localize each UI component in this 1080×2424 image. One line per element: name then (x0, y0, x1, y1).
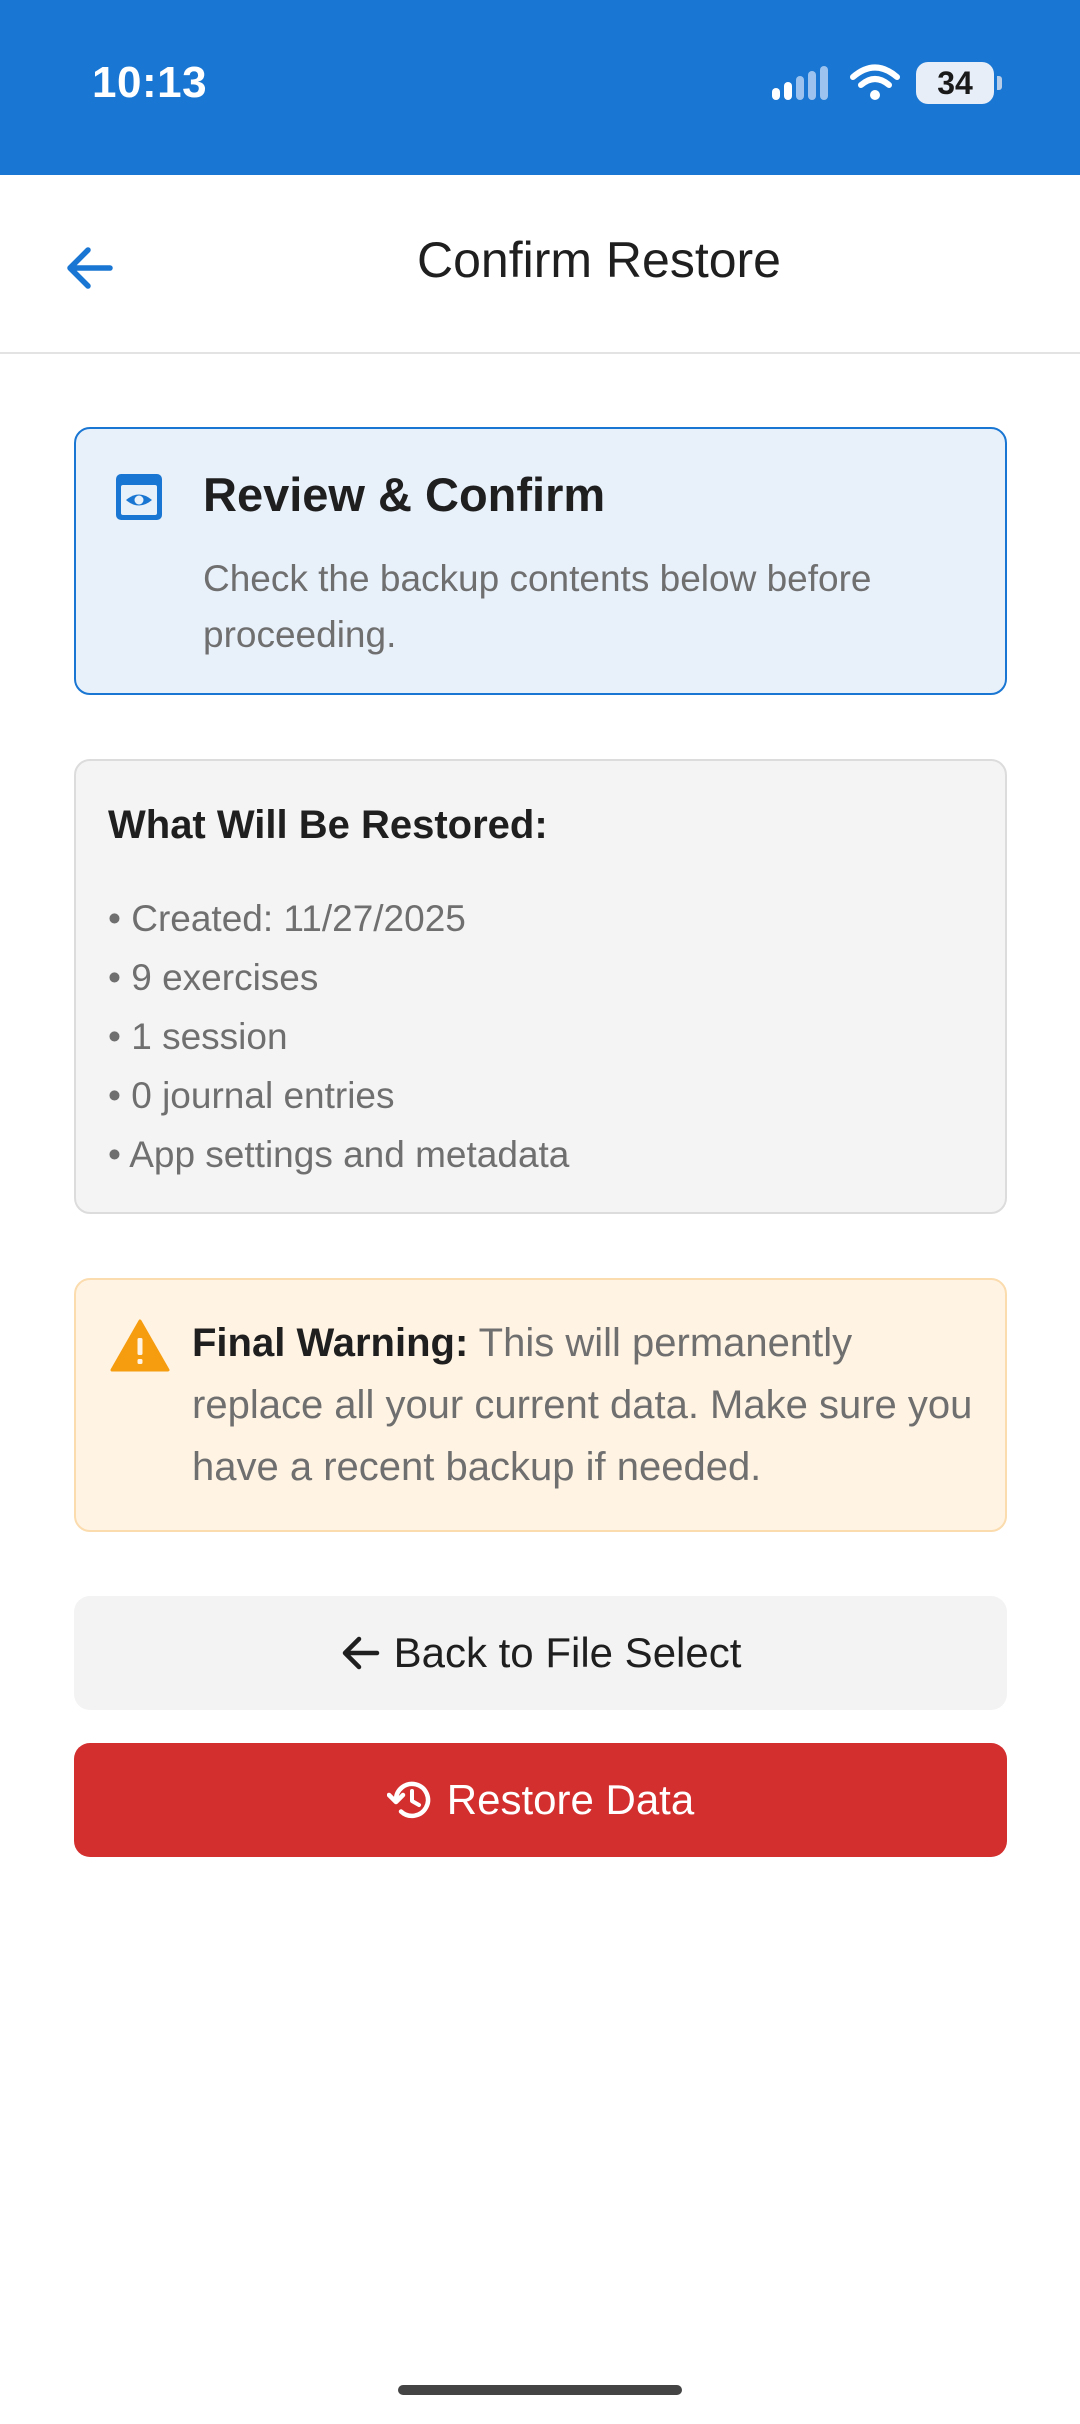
restore-data-button[interactable]: Restore Data (74, 1743, 1007, 1857)
status-time: 10:13 (92, 58, 208, 107)
back-to-file-select-label: Back to File Select (393, 1629, 742, 1676)
list-item: • 9 exercises (108, 957, 319, 998)
page-title: Confirm Restore (417, 232, 781, 288)
warning-triangle-icon (110, 1319, 170, 1372)
preview-eye-icon (116, 474, 162, 520)
list-item: • Created: 11/27/2025 (108, 898, 466, 939)
restore-summary-list: • Created: 11/27/2025 • 9 exercises • 1 … (108, 889, 569, 1184)
review-confirm-card: Review & Confirm Check the backup conten… (74, 427, 1007, 695)
list-item: • 1 session (108, 1016, 288, 1057)
arrow-back-icon (342, 1636, 379, 1670)
home-indicator[interactable] (398, 2385, 682, 2395)
status-icons: 34 (770, 62, 1002, 104)
back-to-file-select-button[interactable]: Back to File Select (74, 1596, 1007, 1710)
history-restore-icon (386, 1781, 430, 1819)
review-description: Check the backup contents below before p… (203, 558, 872, 655)
warning-label: Final Warning: (192, 1321, 469, 1365)
review-title: Review & Confirm (203, 468, 606, 521)
app-header: Confirm Restore (0, 175, 1080, 354)
battery-level: 34 (937, 64, 973, 101)
list-item: • 0 journal entries (108, 1075, 395, 1116)
restore-data-label: Restore Data (446, 1776, 695, 1823)
signal-icon (772, 66, 828, 100)
battery-icon: 34 (916, 62, 1002, 104)
restore-summary-title: What Will Be Restored: (108, 803, 548, 847)
status-bar: 10:13 34 (0, 0, 1080, 175)
list-item: • App settings and metadata (108, 1134, 570, 1175)
restore-summary-card: What Will Be Restored: • Created: 11/27/… (74, 759, 1007, 1214)
warning-message: Final Warning: This will permanently rep… (192, 1312, 982, 1498)
wifi-icon (850, 64, 900, 100)
final-warning-card: Final Warning: This will permanently rep… (74, 1278, 1007, 1532)
